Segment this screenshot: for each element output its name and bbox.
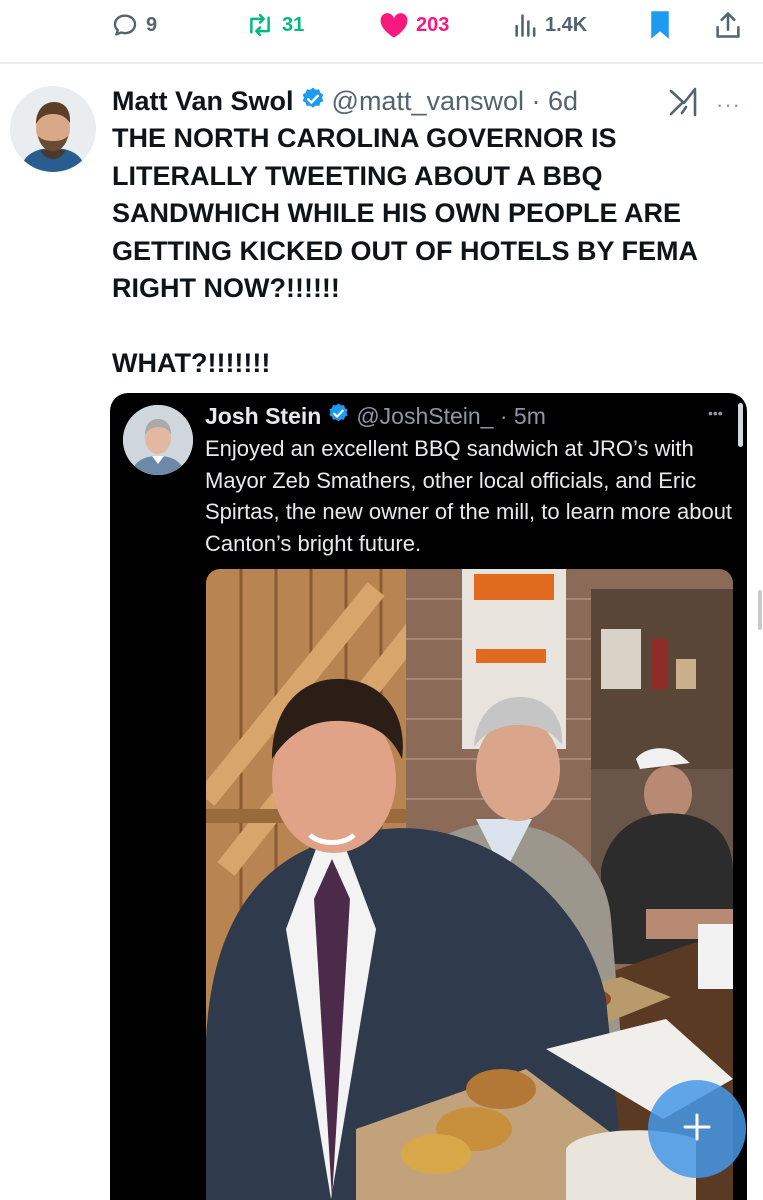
tweet-text: THE NORTH CAROLINA GOVERNOR IS LITERALLY… xyxy=(112,123,698,378)
heart-icon xyxy=(378,10,410,40)
views-count: 1.4K xyxy=(545,13,588,36)
repost-button[interactable]: 31 xyxy=(244,10,304,40)
compose-fab-button[interactable] xyxy=(648,1080,746,1178)
plus-icon xyxy=(677,1107,717,1152)
page-scrollbar[interactable] xyxy=(758,590,762,630)
share-button[interactable] xyxy=(714,10,742,40)
tweet-action-bar: 9 31 203 1.4K xyxy=(0,0,763,52)
quoted-tweet-text: Enjoyed an excellent BBQ sandwich at JRO… xyxy=(205,436,733,556)
reply-count: 9 xyxy=(146,13,158,36)
quoted-author-avatar[interactable] xyxy=(123,405,193,475)
repost-icon xyxy=(244,10,276,40)
quoted-verified-badge-icon xyxy=(327,402,350,430)
grok-icon[interactable] xyxy=(668,87,700,122)
quoted-tweet-header: Josh Stein @JoshStein_ · 5m xyxy=(205,401,546,431)
repost-count: 31 xyxy=(282,13,305,36)
author-handle-time[interactable]: @matt_vanswol · 6d xyxy=(332,86,579,117)
share-icon xyxy=(714,10,742,40)
reply-button[interactable]: 9 xyxy=(110,10,157,40)
views-icon xyxy=(513,11,539,39)
author-avatar[interactable] xyxy=(10,86,96,172)
quoted-scrollbar[interactable] xyxy=(738,403,743,447)
author-name[interactable]: Matt Van Swol xyxy=(112,86,294,117)
reply-icon xyxy=(110,10,140,40)
quoted-tweet[interactable]: Josh Stein @JoshStein_ · 5m ••• Enjoyed … xyxy=(110,393,747,1200)
more-icon[interactable]: ··· xyxy=(716,92,741,118)
bookmark-icon xyxy=(648,10,672,40)
quoted-author-name[interactable]: Josh Stein xyxy=(205,403,321,430)
section-divider xyxy=(0,62,763,64)
quoted-author-handle-time[interactable]: @JoshStein_ · 5m xyxy=(356,403,546,430)
tweet-header: Matt Van Swol @matt_vanswol · 6d xyxy=(112,84,578,118)
quoted-more-icon[interactable]: ••• xyxy=(708,405,723,421)
like-button[interactable]: 203 xyxy=(378,10,449,40)
bookmark-button[interactable] xyxy=(648,10,672,40)
like-count: 203 xyxy=(416,13,450,36)
views-button[interactable]: 1.4K xyxy=(513,10,587,40)
verified-badge-icon xyxy=(300,86,326,117)
